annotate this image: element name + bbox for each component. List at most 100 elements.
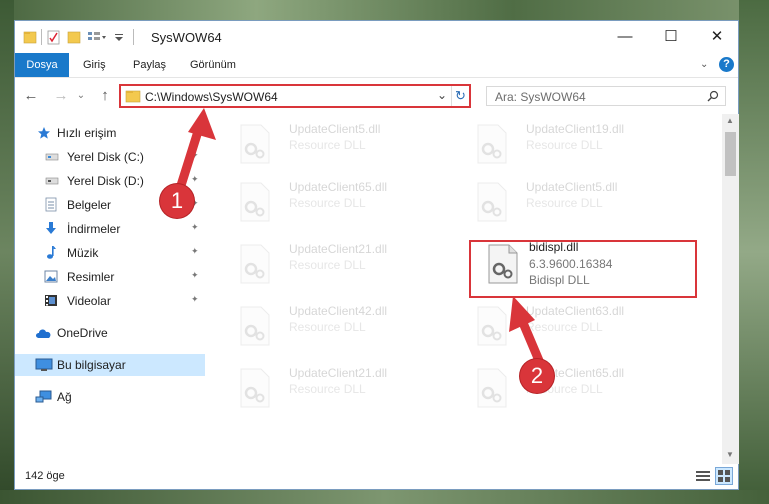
drive-icon (45, 153, 59, 161)
pictures-icon (44, 270, 58, 283)
file-item[interactable]: UpdateClient42.dll Resource DLL (229, 300, 449, 352)
file-item[interactable]: UpdateClient65.dll Resource DLL (229, 176, 449, 228)
sidebar-item-label: Müzik (67, 246, 99, 260)
sidebar-item-pictures[interactable]: Resimler ✦ (15, 266, 205, 288)
properties-icon[interactable] (47, 29, 61, 45)
close-button[interactable]: ✕ (694, 21, 740, 53)
tab-home[interactable]: Giriş (83, 53, 106, 77)
download-icon (46, 222, 56, 234)
dll-file-icon (240, 182, 270, 222)
file-name: UpdateClient21.dll (289, 366, 388, 380)
navigation-bar: ← → ⌄ ↑ C:\Windows\SysWOW64 ⌄ ↻ Ara: Sys… (15, 78, 738, 114)
minimize-button[interactable]: — (602, 21, 648, 53)
pin-icon[interactable]: ✦ (191, 294, 199, 305)
file-name: UpdateClient65.dll (289, 180, 388, 194)
forward-button[interactable]: → (51, 86, 71, 106)
ribbon-tabs: Dosya Giriş Paylaş Görünüm ⌄ ? (15, 53, 738, 78)
sidebar-item-network[interactable]: Ağ (15, 386, 205, 408)
search-box[interactable]: Ara: SysWOW64 (486, 86, 726, 106)
scrollbar-thumb[interactable] (725, 132, 736, 176)
toolbar-separator (133, 29, 134, 45)
pin-icon[interactable]: ✦ (191, 270, 199, 281)
file-name: UpdateClient5.dll (289, 122, 381, 136)
dll-file-icon (240, 124, 270, 164)
file-item[interactable]: UpdateClient21.dll Resource DLL (229, 238, 449, 290)
sidebar-item-label: Ağ (57, 390, 72, 404)
star-icon (38, 127, 50, 139)
file-type: Resource DLL (289, 320, 366, 334)
sidebar-item-music[interactable]: Müzik ✦ (15, 242, 205, 264)
status-bar: 142 öge (15, 464, 738, 490)
file-type: Resource DLL (289, 258, 366, 272)
file-item[interactable]: UpdateClient19.dll Resource DLL (466, 118, 686, 170)
dll-file-icon (477, 182, 507, 222)
large-icons-view-icon[interactable] (715, 467, 733, 485)
chevron-down-icon[interactable]: ⌄ (700, 59, 708, 70)
cloud-icon (36, 329, 51, 338)
sidebar-item-label: Videolar (67, 294, 111, 308)
folder-icon (125, 90, 141, 103)
file-type: Resource DLL (526, 138, 603, 152)
sidebar-item-label: Yerel Disk (C:) (67, 150, 144, 164)
help-icon[interactable]: ? (719, 57, 734, 72)
dll-file-icon (477, 124, 507, 164)
file-name: UpdateClient21.dll (289, 242, 388, 256)
document-icon (45, 197, 57, 212)
customize-toolbar-icon[interactable] (113, 29, 125, 45)
recent-locations-button[interactable]: ⌄ (71, 86, 91, 106)
file-item[interactable]: UpdateClient21.dll Resource DLL (229, 362, 449, 414)
pin-icon[interactable]: ✦ (191, 246, 199, 257)
details-view-icon[interactable] (695, 469, 711, 483)
file-item[interactable]: UpdateClient5.dll Resource DLL (466, 176, 686, 228)
file-name: UpdateClient19.dll (526, 122, 625, 136)
desktop-background-right (739, 0, 769, 504)
scroll-up-icon[interactable]: ▲ (726, 116, 734, 125)
sidebar-item-downloads[interactable]: İndirmeler ✦ (15, 218, 205, 240)
step-badge-1: 1 (160, 184, 194, 218)
refresh-icon[interactable]: ↻ (455, 88, 466, 104)
new-folder-icon[interactable] (67, 29, 81, 45)
file-type: Resource DLL (526, 196, 603, 210)
folder-icon (23, 31, 37, 44)
title-bar: SysWOW64 — ☐ ✕ (15, 21, 738, 53)
view-options-icon[interactable] (87, 29, 107, 45)
scroll-down-icon[interactable]: ▼ (726, 450, 734, 459)
file-type: Resource DLL (289, 138, 366, 152)
address-divider (451, 86, 452, 106)
pin-icon[interactable]: ✦ (191, 222, 199, 233)
search-icon[interactable] (707, 90, 719, 102)
sidebar-item-label: Yerel Disk (D:) (67, 174, 144, 188)
back-button[interactable]: ← (21, 86, 41, 106)
sidebar-item-label: İndirmeler (67, 222, 121, 236)
desktop-background-left (0, 0, 14, 504)
address-dropdown-icon[interactable]: ⌄ (437, 88, 447, 102)
file-name: UpdateClient5.dll (526, 180, 618, 194)
music-icon (47, 246, 56, 259)
computer-icon (35, 358, 53, 371)
tab-file[interactable]: Dosya (15, 53, 69, 77)
tab-share[interactable]: Paylaş (133, 53, 166, 77)
tab-view[interactable]: Görünüm (190, 53, 236, 77)
drive-icon (45, 177, 59, 185)
sidebar-item-label: OneDrive (57, 326, 108, 340)
file-list: UpdateClient5.dll Resource DLL UpdateCli… (221, 114, 721, 464)
dll-file-icon (240, 368, 270, 408)
file-type: Resource DLL (289, 196, 366, 210)
sidebar-item-label: Resimler (67, 270, 115, 284)
sidebar-item-onedrive[interactable]: OneDrive (15, 322, 205, 344)
network-icon (35, 390, 52, 403)
toolbar-separator (41, 29, 42, 45)
up-button[interactable]: ↑ (95, 86, 115, 106)
desktop-background-top (0, 0, 769, 20)
file-item[interactable]: UpdateClient5.dll Resource DLL (229, 118, 449, 170)
window-title: SysWOW64 (151, 30, 222, 45)
search-input[interactable]: Ara: SysWOW64 (495, 90, 586, 104)
sidebar-item-label: Hızlı erişim (57, 126, 117, 140)
file-type: Resource DLL (289, 382, 366, 396)
sidebar-item-this-pc[interactable]: Bu bilgisayar (15, 354, 205, 376)
maximize-button[interactable]: ☐ (648, 21, 694, 53)
vertical-scrollbar[interactable]: ▲ ▼ (722, 114, 739, 464)
dll-file-icon (240, 244, 270, 284)
explorer-window: SysWOW64 — ☐ ✕ Dosya Giriş Paylaş Görünü… (14, 20, 739, 490)
sidebar-item-videos[interactable]: Videolar ✦ (15, 290, 205, 312)
